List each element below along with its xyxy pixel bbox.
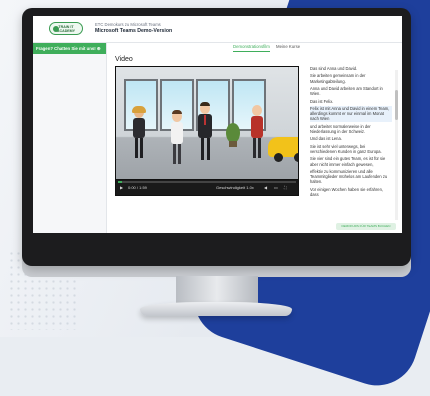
car-wheel <box>274 153 283 162</box>
player-controls: ▶ 0:00 / 1:59 Geschwindigkeit 1.0x ◀ ▭ ⛶ <box>116 180 298 195</box>
volume-icon[interactable]: ◀ <box>264 185 267 190</box>
video-player[interactable]: ▶ 0:00 / 1:59 Geschwindigkeit 1.0x ◀ ▭ ⛶ <box>115 66 299 196</box>
transcript-scrollbar[interactable] <box>395 70 398 220</box>
progress-fill <box>118 181 122 183</box>
video-frame <box>116 67 298 179</box>
plant-pot <box>229 141 237 147</box>
transcript-line[interactable]: Das ist Felix. <box>310 99 392 104</box>
transcript-panel: Das sind Anna und David. Sie arbeiten gem… <box>310 66 392 226</box>
scrollbar-thumb[interactable] <box>395 90 398 120</box>
course-subtitle: ETC Demokurs zu Microsoft Teams <box>95 22 161 27</box>
course-title: Microsoft Teams Demo-Version <box>95 28 173 34</box>
fullscreen-icon[interactable]: ⛶ <box>284 185 287 190</box>
monitor-stand-base <box>140 302 292 316</box>
car-wheel <box>294 153 298 162</box>
transcript-line[interactable]: effektiv zu kommunizieren und alle Teamm… <box>310 169 392 185</box>
transcript-line[interactable]: und arbeitet normalerweise in der Nieder… <box>310 124 392 134</box>
plant <box>226 123 240 143</box>
transcript-line[interactable]: Das sind Anna und David. <box>310 66 392 71</box>
speed-control[interactable]: Geschwindigkeit 1.0x <box>216 185 254 190</box>
chat-button[interactable]: Fragen? Chatten Sie mit uns! ⊕ <box>33 43 106 54</box>
logo-icon <box>53 26 59 32</box>
transcript-line[interactable]: Felix ist mit Anna und David in einem Te… <box>310 105 392 122</box>
sidebar: Fragen? Chatten Sie mit uns! ⊕ <box>33 43 107 233</box>
video-heading: Video <box>115 56 133 63</box>
app-header: TRAIN IT ACADEMY ETC Demokurs zu Microso… <box>33 16 402 43</box>
yellow-car <box>268 137 298 157</box>
progress-bar[interactable] <box>118 181 296 183</box>
captions-icon[interactable]: ▭ <box>274 185 278 190</box>
monitor-screen: TRAIN IT ACADEMY ETC Demokurs zu Microso… <box>33 16 402 233</box>
transcript-line[interactable]: Sie arbeiten gemeinsam in der Marketinga… <box>310 73 392 83</box>
book-course-button[interactable]: DEMOKURS FÜR TEAMS BUCHEN <box>336 223 396 230</box>
transcript-line[interactable]: Und das ist Lena. <box>310 136 392 141</box>
transcript-line[interactable]: Vor einigen Wochen haben sie erfahren, d… <box>310 187 392 197</box>
tab-demonstrationsfilm[interactable]: Demonstrationsfilm <box>233 44 270 52</box>
academy-logo[interactable]: TRAIN IT ACADEMY <box>49 22 83 35</box>
time-display: 0:00 / 1:59 <box>128 185 147 190</box>
tab-meine-kurse[interactable]: Meine Kurse <box>276 44 300 49</box>
transcript-line[interactable]: Anna und David arbeiten am Standort in W… <box>310 86 392 96</box>
play-icon[interactable]: ▶ <box>120 185 123 190</box>
transcript-line[interactable]: Sie vier sind ein gutes Team, es ist für… <box>310 156 392 166</box>
transcript-line[interactable]: Sie ist sehr viel unterwegs, bei verschi… <box>310 144 392 154</box>
